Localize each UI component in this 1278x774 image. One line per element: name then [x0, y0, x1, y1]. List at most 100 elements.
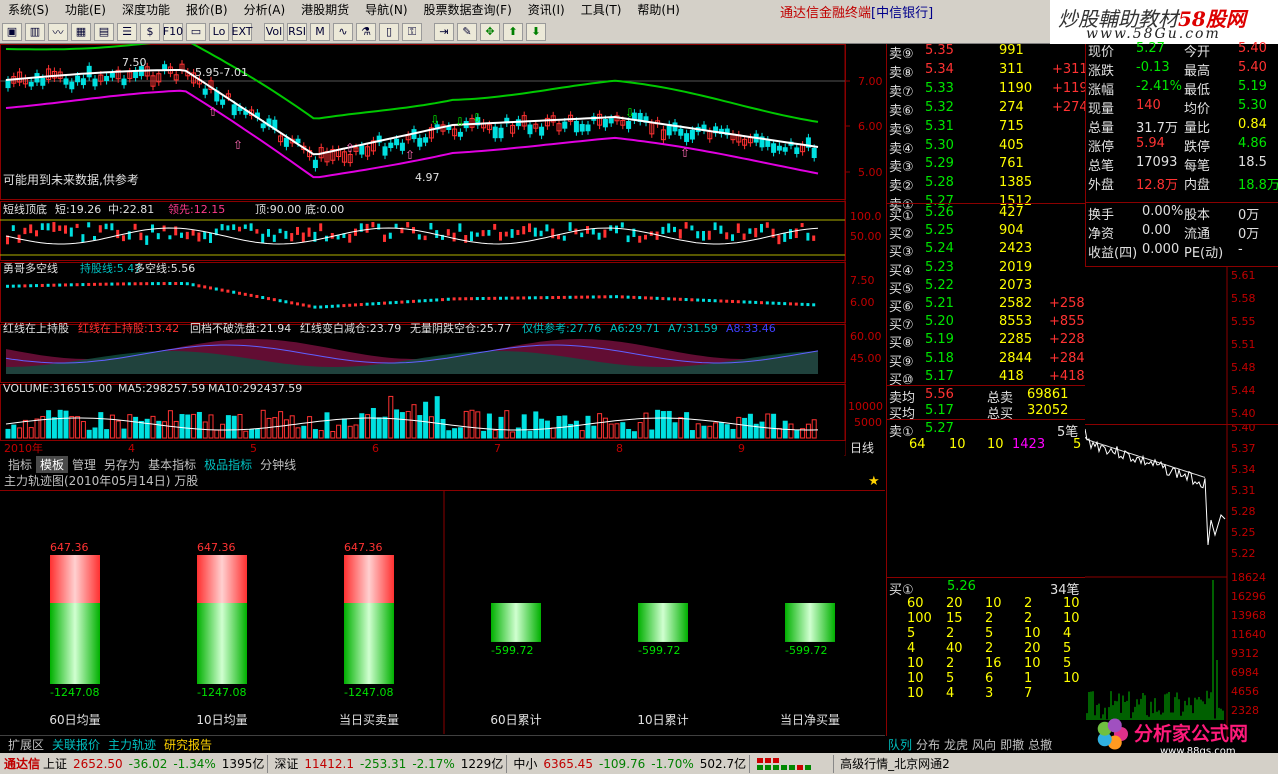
wave-icon[interactable]: ∿	[333, 22, 353, 41]
window-icon[interactable]: ▭	[186, 22, 206, 41]
intraday-tick-chart[interactable]: 5.40 5.37 5.34 5.31 5.28 5.25 5.22 18624 16296 13…	[1084, 421, 1278, 737]
book-icon[interactable]: ▯	[379, 22, 399, 41]
queue-vol: 4	[1063, 626, 1072, 641]
key-icon[interactable]: ⚿	[402, 22, 422, 41]
dollar-icon[interactable]: $	[140, 22, 160, 41]
grid-icon[interactable]: ▦	[71, 22, 91, 41]
menu-item[interactable]: 港股期货	[293, 0, 357, 20]
server-cell[interactable]: 高级行情_北京网通2	[833, 754, 953, 773]
tab-distribution[interactable]: 分布	[914, 736, 942, 753]
info-key: 股本	[1184, 208, 1211, 223]
up-arrow-icon[interactable]: ⬆	[503, 22, 523, 41]
buy-level[interactable]: 买⑩ 5.17 418 +418	[887, 368, 1085, 388]
login-icon[interactable]: ⇥	[434, 22, 454, 41]
sz-pct: -2.17%	[412, 756, 455, 771]
move-icon[interactable]: ✥	[480, 22, 500, 41]
kline-chart-area[interactable]: 7.00 6.00 5.00 7.50 5.95-7.01 4.97 可能用到未来数据,供参…	[0, 38, 885, 456]
sell-level[interactable]: 卖③ 5.29 761	[887, 155, 1085, 175]
menu-item[interactable]: 分析(A)	[236, 0, 294, 20]
buy-level[interactable]: 买⑥ 5.21 2582 +2582	[887, 295, 1093, 315]
vol-label: VOLUME:316515.00	[3, 382, 112, 395]
volume-bar	[660, 411, 666, 439]
buy-level[interactable]: 买⑦ 5.20 8553 +8553	[887, 313, 1093, 333]
buy-level[interactable]: 买② 5.25 904	[887, 222, 1085, 242]
sell-level[interactable]: 卖⑤ 5.31 715	[887, 118, 1085, 138]
menu-item[interactable]: 报价(B)	[178, 0, 236, 20]
ind1-bar	[232, 224, 236, 230]
ext-icon[interactable]: EXT	[232, 22, 253, 41]
ind2-dot	[783, 302, 787, 306]
tab-save-as[interactable]: 另存为	[100, 456, 144, 473]
ind2-dot	[81, 283, 85, 287]
queue-buy-vols[interactable]: 10 4 3 7	[887, 685, 1085, 704]
sz-cell[interactable]: 深证 11412.1 -253.31 -2.17% 1229亿	[267, 754, 506, 773]
tab-instant-cancel[interactable]: 即撤	[998, 736, 1026, 753]
sell-level[interactable]: 卖④ 5.30 405	[887, 137, 1085, 157]
sell-level[interactable]: 卖⑦ 5.33 1190 +1190	[887, 80, 1096, 100]
sell-level[interactable]: 卖⑧ 5.34 311 +311	[887, 61, 1088, 81]
tab-wind[interactable]: 风向	[970, 736, 998, 753]
volume-bar	[359, 413, 365, 439]
down-arrow-icon[interactable]: ⬇	[526, 22, 546, 41]
info-key: 现价	[1088, 45, 1115, 60]
queue-sell-vols[interactable]: 64 10 10 1423 5	[887, 436, 1085, 455]
menu-item[interactable]: 系统(S)	[0, 0, 57, 20]
lo-icon[interactable]: Lo	[209, 22, 229, 41]
filter-icon[interactable]: ⚗	[356, 22, 376, 41]
tab-related-quotes[interactable]: 关联报价	[48, 736, 104, 753]
menu-item[interactable]: 导航(N)	[357, 0, 415, 20]
signal-indicator	[749, 754, 833, 773]
tab-queue[interactable]: 队列	[886, 736, 914, 753]
mac-icon[interactable]: M	[310, 22, 330, 41]
table-icon[interactable]: ▤	[94, 22, 114, 41]
buy-level[interactable]: 买③ 5.24 2423	[887, 240, 1085, 261]
line-icon[interactable]: 〰	[48, 22, 68, 41]
pencil-icon[interactable]: ✎	[457, 22, 477, 41]
sell-level[interactable]: 卖⑨ 5.35 991	[887, 42, 1085, 62]
buy-level[interactable]: 买⑨ 5.18 2844 +2844	[887, 350, 1093, 370]
menu-item[interactable]: 帮助(H)	[629, 0, 687, 20]
f10-icon[interactable]: F10	[163, 22, 183, 41]
tab-dragon-tiger[interactable]: 龙虎	[942, 736, 970, 753]
tab-manage[interactable]: 管理	[68, 456, 100, 473]
buy-level[interactable]: 买⑤ 5.22 2073	[887, 277, 1085, 297]
menu-item[interactable]: 工具(T)	[573, 0, 630, 20]
ind1-bar	[516, 229, 520, 236]
tab-extension[interactable]: 扩展区	[4, 736, 48, 753]
rsi-icon[interactable]: RSI	[287, 22, 307, 41]
zx-cell[interactable]: 中小 6365.45 -109.76 -1.70% 502.7亿	[506, 754, 749, 773]
tab-basic-indicator[interactable]: 基本指标	[144, 456, 200, 473]
sell-level[interactable]: 卖⑥ 5.32 274 +274	[887, 99, 1088, 119]
ind1-bar	[185, 231, 189, 240]
vol-icon[interactable]: Vol	[264, 22, 284, 41]
tab-template[interactable]: 模板	[36, 456, 69, 473]
tab-minute-line[interactable]: 分钟线	[256, 456, 300, 473]
list-icon[interactable]: ☰	[117, 22, 137, 41]
queue-vol: 15	[946, 611, 963, 626]
menu-item[interactable]: 股票数据查询(F)	[416, 0, 520, 20]
bar-icon[interactable]: ▥	[25, 22, 45, 41]
sh-name[interactable]: 上证	[40, 755, 70, 772]
menu-item[interactable]: 资讯(I)	[520, 0, 573, 20]
menu-item[interactable]: 功能(E)	[57, 0, 114, 20]
chart-icon[interactable]: ▣	[2, 22, 22, 41]
tab-premium-indicator[interactable]: 极品指标	[200, 456, 256, 473]
menu-item[interactable]: 深度功能	[114, 0, 178, 20]
intraday-price-chart[interactable]: 5.61 5.58 5.55 5.51 5.48 5.44 5.40	[1085, 266, 1278, 425]
kline-svg[interactable]: 7.00 6.00 5.00 7.50 5.95-7.01 4.97 可能用到未来数据,供参…	[0, 38, 885, 456]
level-volume: 8553	[999, 314, 1033, 330]
price-tick-label: 5.00	[858, 166, 883, 179]
buy-level[interactable]: 买④ 5.23 2019	[887, 259, 1085, 279]
favorite-star-icon[interactable]: ★	[868, 474, 880, 489]
intraday-tick-svg: 5.40 5.37 5.34 5.31 5.28 5.25 5.22 18624 16296 13…	[1084, 421, 1266, 737]
sell-level[interactable]: 卖② 5.28 1385	[887, 174, 1085, 194]
tab-indicator[interactable]: 指标	[4, 456, 36, 473]
buy-level[interactable]: 买⑧ 5.19 2285 +2285	[887, 331, 1093, 351]
level-label: 买③	[889, 245, 914, 261]
ind2-name: 勇哥多空线	[3, 261, 58, 275]
kline-candle	[92, 78, 98, 87]
tab-total-cancel[interactable]: 总撤	[1026, 736, 1054, 753]
buy-level[interactable]: 买① 5.26 427	[887, 204, 1085, 224]
tab-research[interactable]: 研究报告	[160, 736, 216, 753]
tab-main-force[interactable]: 主力轨迹	[104, 736, 160, 753]
